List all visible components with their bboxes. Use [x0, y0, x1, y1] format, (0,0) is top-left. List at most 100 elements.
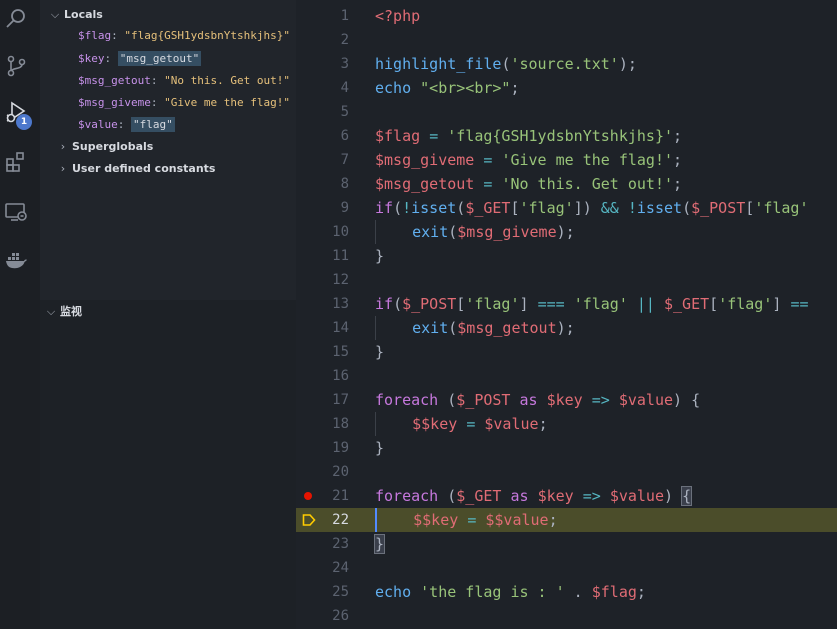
code-line[interactable]: 7 $msg_giveme = 'Give me the flag!'; [296, 148, 837, 172]
line-number: 24 [332, 560, 349, 576]
line-number: 2 [340, 32, 349, 48]
code-line[interactable]: 9 if(!isset($_GET['flag']) && !isset($_PO… [296, 196, 837, 220]
code-line[interactable]: 22 $$key = $$value; [296, 508, 837, 532]
remote-explorer-icon[interactable] [4, 200, 28, 224]
variable-value: "flag" [131, 117, 175, 132]
chevron-down-icon: ⌵ [50, 8, 60, 21]
code-text: } [375, 439, 385, 457]
line-number: 12 [332, 272, 349, 288]
code-line[interactable]: 10 exit($msg_giveme); [296, 220, 837, 244]
code-text: $$key = $value; [375, 412, 548, 436]
variable-row[interactable]: $flag: "flag{GSH1ydsbnYtshkjhs}" [78, 26, 290, 46]
code-editor[interactable]: 1 <?php 2 3 highlight_file('source.txt'); 4 ec… [296, 0, 837, 629]
constants-scope[interactable]: › User defined constants [56, 159, 216, 179]
line-number: 19 [332, 440, 349, 456]
code-line[interactable]: 21 foreach ($_GET as $key => $value) { [296, 484, 837, 508]
code-line[interactable]: 5 [296, 100, 837, 124]
line-number: 22 [332, 512, 349, 528]
code-line[interactable]: 26 [296, 604, 837, 628]
watch-label: 监视 [60, 305, 82, 318]
code-line[interactable]: 14 exit($msg_getout); [296, 316, 837, 340]
code-line[interactable]: 16 [296, 364, 837, 388]
code-line[interactable]: 18 $$key = $value; [296, 412, 837, 436]
code-line[interactable]: 4 echo "<br><br>"; [296, 76, 837, 100]
line-number: 7 [340, 152, 349, 168]
line-number: 3 [340, 56, 349, 72]
chevron-right-icon: › [60, 162, 66, 175]
code-text: echo 'the flag is : ' . $flag; [375, 583, 646, 601]
line-number: 14 [332, 320, 349, 336]
watch-header[interactable]: ⌵ 监视 [44, 302, 82, 322]
variable-value: "No this. Get out!" [164, 74, 290, 87]
code-line[interactable]: 20 [296, 460, 837, 484]
code-line[interactable]: 2 [296, 28, 837, 52]
source-control-icon[interactable] [4, 54, 28, 78]
debug-badge: 1 [16, 114, 32, 130]
variable-row[interactable]: $key: "msg_getout" [78, 49, 202, 69]
line-number: 10 [332, 224, 349, 240]
code-line[interactable]: 11} [296, 244, 837, 268]
code-text: exit($msg_getout); [375, 316, 575, 340]
code-text: foreach ($_GET as $key => $value) { [375, 486, 693, 506]
chevron-right-icon: › [60, 140, 66, 153]
line-number: 9 [340, 200, 349, 216]
line-number: 1 [340, 8, 349, 24]
code-text: $msg_giveme = 'Give me the flag!'; [375, 151, 683, 169]
extensions-icon[interactable] [4, 150, 28, 174]
variable-name: $msg_getout [78, 74, 151, 87]
line-number: 26 [332, 608, 349, 624]
line-number: 20 [332, 464, 349, 480]
code-line[interactable]: 12 [296, 268, 837, 292]
docker-icon[interactable] [4, 248, 28, 272]
variables-panel: ⌵ Locals $flag: "flag{GSH1ydsbnYtshkjhs}"… [40, 0, 296, 298]
variable-row[interactable]: $value: "flag" [78, 115, 175, 135]
line-number: 11 [332, 248, 349, 264]
code-line[interactable]: 25 echo 'the flag is : ' . $flag; [296, 580, 837, 604]
line-number: 8 [340, 176, 349, 192]
code-line[interactable]: 17 foreach ($_POST as $key => $value) { [296, 388, 837, 412]
line-number: 16 [332, 368, 349, 384]
constants-label: User defined constants [72, 162, 216, 175]
superglobals-scope[interactable]: › Superglobals [56, 137, 154, 157]
watch-panel: ⌵ 监视 [40, 300, 296, 629]
line-number: 17 [332, 392, 349, 408]
variable-row[interactable]: $msg_giveme: "Give me the flag!" [78, 93, 290, 113]
code-line[interactable]: 1 <?php [296, 4, 837, 28]
code-line[interactable]: 3 highlight_file('source.txt'); [296, 52, 837, 76]
locals-scope[interactable]: ⌵ Locals [48, 5, 103, 25]
chevron-down-icon: ⌵ [46, 305, 56, 318]
code-line[interactable]: 13 if($_POST['flag'] === 'flag' || $_GET[… [296, 292, 837, 316]
code-text: } [375, 247, 385, 265]
code-line[interactable]: 8 $msg_getout = 'No this. Get out!'; [296, 172, 837, 196]
variable-name: $msg_giveme [78, 96, 151, 109]
code-line[interactable]: 23} [296, 532, 837, 556]
line-number: 25 [332, 584, 349, 600]
code-text: } [373, 534, 386, 554]
variable-name: $value [78, 118, 118, 131]
code-text: highlight_file('source.txt'); [375, 55, 637, 73]
variable-name: $flag [78, 29, 112, 42]
code-text: foreach ($_POST as $key => $value) { [375, 391, 701, 409]
line-number: 15 [332, 344, 349, 360]
line-number: 23 [332, 536, 349, 552]
code-text: $msg_getout = 'No this. Get out!'; [375, 175, 683, 193]
variable-value: "Give me the flag!" [164, 96, 290, 109]
code-line[interactable]: 15} [296, 340, 837, 364]
line-number: 6 [340, 128, 349, 144]
code-line[interactable]: 6 $flag = 'flag{GSH1ydsbnYtshkjhs}'; [296, 124, 837, 148]
code-line[interactable]: 19} [296, 436, 837, 460]
variable-value: "msg_getout" [117, 51, 202, 66]
debug-sidebar: ⌵ Locals $flag: "flag{GSH1ydsbnYtshkjhs}"… [40, 0, 296, 629]
code-text: <?php [375, 7, 421, 25]
code-text: if($_POST['flag'] === 'flag' || $_GET['f… [375, 295, 809, 313]
activity-bar: 1 [0, 0, 40, 629]
code-text: echo "<br><br>"; [375, 79, 520, 97]
search-icon[interactable] [4, 6, 28, 30]
code-text: if(!isset($_GET['flag']) && !isset($_POS… [375, 199, 809, 217]
line-number: 21 [332, 488, 349, 504]
variable-row[interactable]: $msg_getout: "No this. Get out!" [78, 71, 290, 91]
line-number: 4 [340, 80, 349, 96]
locals-label: Locals [64, 8, 103, 21]
line-number: 13 [332, 296, 349, 312]
code-line[interactable]: 24 [296, 556, 837, 580]
